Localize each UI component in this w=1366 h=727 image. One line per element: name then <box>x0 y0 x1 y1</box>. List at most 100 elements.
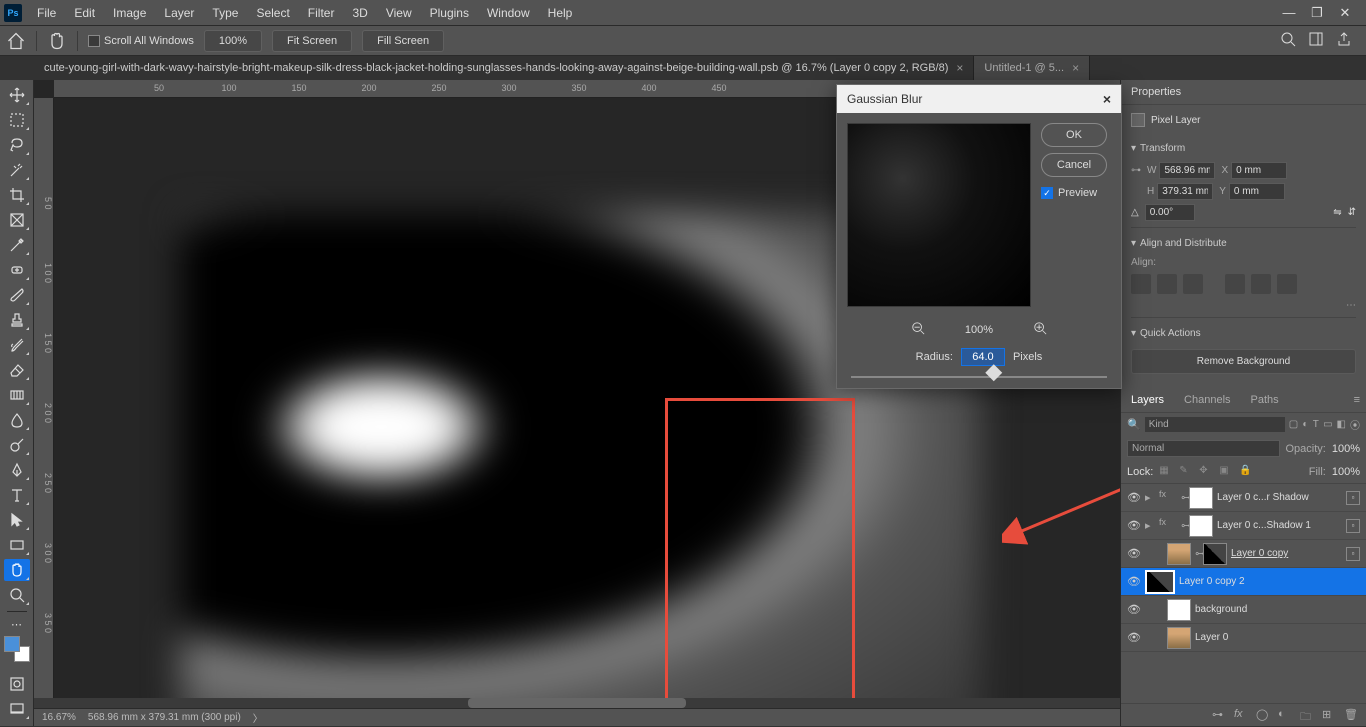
marquee-tool[interactable] <box>4 109 30 131</box>
move-tool[interactable] <box>4 84 30 106</box>
angle-field[interactable] <box>1145 204 1195 221</box>
visibility-icon[interactable]: 👁 <box>1127 631 1141 644</box>
layer-row[interactable]: 👁▸fx⊶Layer 0 c...Shadow 1▫ <box>1121 512 1366 540</box>
align-right-icon[interactable] <box>1183 274 1203 294</box>
dialog-preview-image[interactable] <box>847 123 1031 307</box>
brush-tool[interactable] <box>4 284 30 306</box>
hand-tool[interactable] <box>4 559 30 581</box>
lock-artboard-icon[interactable]: ▣ <box>1219 465 1233 479</box>
menu-3d[interactable]: 3D <box>343 2 376 24</box>
document-tab-inactive[interactable]: Untitled-1 @ 5...× <box>974 56 1090 80</box>
stamp-tool[interactable] <box>4 309 30 331</box>
menu-select[interactable]: Select <box>247 2 298 24</box>
layer-row[interactable]: 👁⊶Layer 0 copy▫ <box>1121 540 1366 568</box>
filter-type-icon[interactable]: T <box>1313 418 1319 432</box>
horizontal-scrollbar[interactable] <box>34 698 1120 708</box>
menu-image[interactable]: Image <box>104 2 155 24</box>
share-icon[interactable] <box>1336 31 1352 50</box>
color-swatches[interactable] <box>4 636 30 662</box>
wand-tool[interactable] <box>4 159 30 181</box>
visibility-icon[interactable]: 👁 <box>1127 491 1141 504</box>
align-left-icon[interactable] <box>1131 274 1151 294</box>
search-icon[interactable]: 🔍 <box>1127 418 1141 431</box>
search-icon[interactable] <box>1280 31 1296 50</box>
status-caret-icon[interactable]: 〉 <box>253 710 263 725</box>
close-dialog-icon[interactable]: × <box>1103 91 1111 107</box>
rectangle-tool[interactable] <box>4 534 30 556</box>
zoom-tool[interactable] <box>4 584 30 606</box>
eraser-tool[interactable] <box>4 359 30 381</box>
pen-tool[interactable] <box>4 459 30 481</box>
fill-screen-button[interactable]: Fill Screen <box>362 30 444 52</box>
home-icon[interactable] <box>6 31 26 51</box>
tab-paths[interactable]: Paths <box>1241 388 1289 412</box>
link-layers-icon[interactable]: ⊶ <box>1212 708 1226 722</box>
fx-icon[interactable]: fx <box>1234 708 1248 722</box>
x-field[interactable] <box>1231 162 1287 179</box>
lock-move-icon[interactable]: ✥ <box>1199 465 1213 479</box>
menu-help[interactable]: Help <box>539 2 582 24</box>
trash-icon[interactable]: 🗑 <box>1344 708 1358 722</box>
filter-toggle-icon[interactable]: ⦿ <box>1350 418 1360 432</box>
menu-edit[interactable]: Edit <box>65 2 104 24</box>
path-select-tool[interactable] <box>4 509 30 531</box>
crop-tool[interactable] <box>4 184 30 206</box>
ok-button[interactable]: OK <box>1041 123 1107 147</box>
flip-v-icon[interactable]: ⇵ <box>1348 207 1356 218</box>
align-center-h-icon[interactable] <box>1157 274 1177 294</box>
healing-tool[interactable] <box>4 259 30 281</box>
menu-window[interactable]: Window <box>478 2 539 24</box>
align-top-icon[interactable] <box>1225 274 1245 294</box>
visibility-icon[interactable]: 👁 <box>1127 603 1141 616</box>
transform-section[interactable]: ▾ Transform <box>1131 139 1356 158</box>
menu-view[interactable]: View <box>377 2 421 24</box>
group-icon[interactable]: 🗀 <box>1300 708 1314 722</box>
preview-checkbox[interactable]: ✓Preview <box>1041 187 1107 199</box>
status-zoom[interactable]: 16.67% <box>42 712 76 723</box>
screen-mode-tool[interactable] <box>4 698 30 720</box>
properties-header[interactable]: Properties <box>1121 80 1366 105</box>
tab-channels[interactable]: Channels <box>1174 388 1240 412</box>
hand-tool-icon[interactable] <box>47 31 67 51</box>
align-bottom-icon[interactable] <box>1277 274 1297 294</box>
gradient-tool[interactable] <box>4 384 30 406</box>
close-tab-icon[interactable]: × <box>1072 61 1079 75</box>
menu-plugins[interactable]: Plugins <box>421 2 478 24</box>
visibility-icon[interactable]: 👁 <box>1127 519 1141 532</box>
blur-tool[interactable] <box>4 409 30 431</box>
close-tab-icon[interactable]: × <box>956 61 963 75</box>
fit-screen-button[interactable]: Fit Screen <box>272 30 352 52</box>
blend-mode-select[interactable]: Normal <box>1127 440 1280 457</box>
zoom-level-button[interactable]: 100% <box>204 30 262 52</box>
opacity-value[interactable]: 100% <box>1332 443 1360 455</box>
zoom-out-icon[interactable] <box>911 321 925 338</box>
radius-slider[interactable] <box>837 372 1121 388</box>
menu-type[interactable]: Type <box>203 2 247 24</box>
fill-value[interactable]: 100% <box>1332 466 1360 478</box>
layer-row[interactable]: 👁Layer 0 <box>1121 624 1366 652</box>
new-layer-icon[interactable]: ⊞ <box>1322 708 1336 722</box>
lock-transparent-icon[interactable]: ▦ <box>1159 465 1173 479</box>
zoom-in-icon[interactable] <box>1033 321 1047 338</box>
visibility-icon[interactable]: 👁 <box>1127 575 1141 588</box>
align-section[interactable]: ▾ Align and Distribute <box>1131 234 1356 253</box>
lock-all-icon[interactable]: 🔒 <box>1239 465 1253 479</box>
more-tools-icon[interactable]: ⋯ <box>4 617 30 631</box>
scroll-all-checkbox[interactable]: Scroll All Windows <box>88 35 194 47</box>
dodge-tool[interactable] <box>4 434 30 456</box>
dialog-titlebar[interactable]: Gaussian Blur × <box>837 85 1121 113</box>
align-center-v-icon[interactable] <box>1251 274 1271 294</box>
lasso-tool[interactable] <box>4 134 30 156</box>
link-wh-icon[interactable]: ⊶ <box>1131 165 1141 176</box>
frame-tool[interactable] <box>4 209 30 231</box>
menu-layer[interactable]: Layer <box>155 2 203 24</box>
adjustment-icon[interactable]: ◐ <box>1278 708 1292 722</box>
menu-filter[interactable]: Filter <box>299 2 344 24</box>
filter-smart-icon[interactable]: ◧ <box>1337 418 1346 432</box>
mask-icon[interactable]: ◯ <box>1256 708 1270 722</box>
filter-shape-icon[interactable]: ▭ <box>1323 418 1332 432</box>
flip-h-icon[interactable]: ⇋ <box>1333 207 1341 218</box>
quick-mask-tool[interactable] <box>4 673 30 695</box>
layer-kind-filter[interactable] <box>1145 417 1285 432</box>
minimize-icon[interactable]: — <box>1282 6 1296 20</box>
